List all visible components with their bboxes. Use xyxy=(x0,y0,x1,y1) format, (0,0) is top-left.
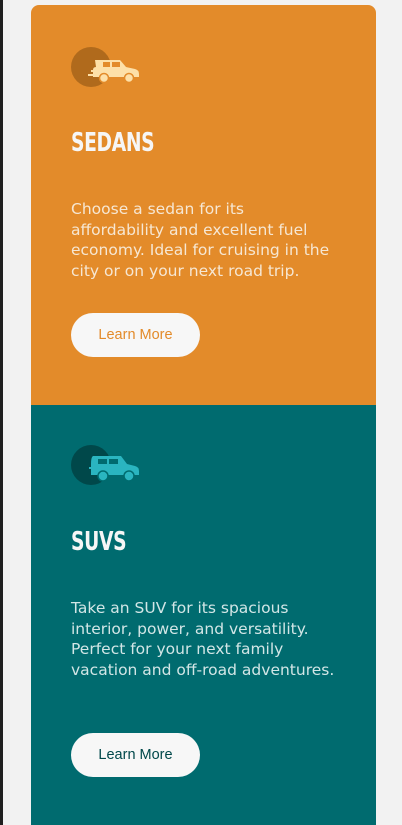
sedans-description: Choose a sedan for its affordability and… xyxy=(71,200,330,280)
sedans-learn-more-button[interactable]: Learn More xyxy=(71,313,200,357)
sedans-card: SEDANS Choose a sedan for its affordabil… xyxy=(31,5,376,405)
suvs-title: SUVS xyxy=(71,527,127,557)
suvs-card: SUVS Take an SUV for its spacious interi… xyxy=(31,405,376,825)
car-categories-card: SEDANS Choose a sedan for its affordabil… xyxy=(31,5,376,825)
suvs-description: Take an SUV for its spacious interior, p… xyxy=(71,599,335,679)
window-left-edge xyxy=(0,0,3,825)
suvs-learn-more-button[interactable]: Learn More xyxy=(71,733,200,777)
sedans-title: SEDANS xyxy=(71,128,155,158)
sedan-car-icon xyxy=(71,46,141,90)
suv-car-icon xyxy=(71,444,141,488)
